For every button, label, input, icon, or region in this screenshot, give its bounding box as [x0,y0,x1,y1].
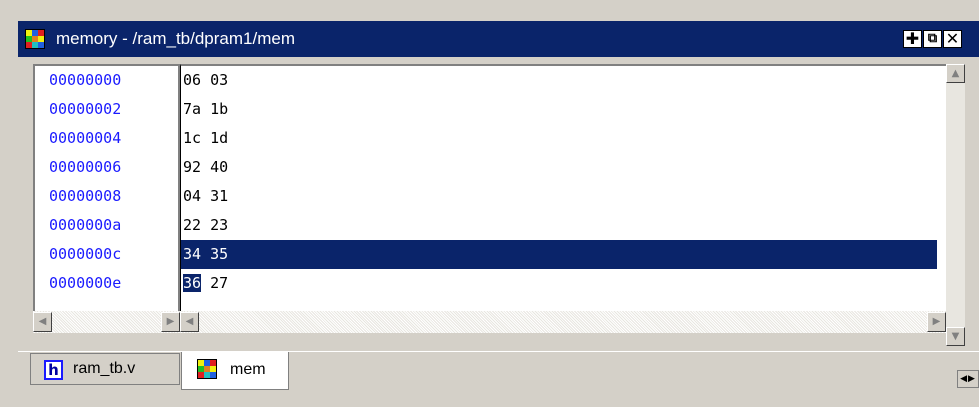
data-row[interactable]: 22 23 [181,211,937,240]
scroll-right-icon[interactable]: ▶ [927,312,946,332]
title-bar[interactable]: memory - /ram_tb/dpram1/mem ✚ ⧉ ✕ [18,21,979,57]
window-title: memory - /ram_tb/dpram1/mem [56,29,295,48]
address-column: 00000000 00000002 00000004 00000006 0000… [33,64,180,311]
vertical-scrollbar[interactable]: ▲ ▼ [946,64,965,346]
memory-content: 00000000 00000002 00000004 00000006 0000… [18,57,979,351]
close-icon[interactable]: ✕ [943,30,962,48]
address-cell: 00000004 [49,129,122,147]
memory-window: memory - /ram_tb/dpram1/mem ✚ ⧉ ✕ 000000… [0,0,979,407]
scroll-left-icon[interactable]: ◀ [33,312,52,332]
memory-grid-icon [25,29,45,49]
tab-strip: h ram_tb.v mem ◀▶ [18,351,979,407]
data-row[interactable]: 04 31 [181,182,937,211]
dock-icon[interactable]: ✚ [903,30,922,48]
selected-cell[interactable]: 36 [183,274,202,292]
address-cell: 00000008 [49,187,122,205]
data-row[interactable]: 92 40 [181,153,937,182]
undock-icon[interactable]: ⧉ [923,30,942,48]
address-horizontal-scrollbar[interactable]: ◀ ▶ [33,311,180,333]
address-cell: 0000000c [49,245,122,263]
data-row[interactable]: 7a 1b [181,95,937,124]
data-horizontal-scrollbar[interactable]: ◀ ▶ [180,311,946,333]
scroll-up-icon[interactable]: ▲ [946,64,965,83]
address-cell: 00000002 [49,100,122,118]
address-cell: 00000000 [49,71,122,89]
address-cell: 0000000e [49,274,122,292]
memory-grid-icon [197,359,217,379]
data-row[interactable]: 06 03 [181,66,937,95]
verilog-file-icon: h [44,360,63,380]
tab-label: mem [230,361,266,378]
data-row-selected[interactable]: 34 35 [181,240,937,269]
tab-label: ram_tb.v [73,360,136,377]
address-cell: 0000000a [49,216,122,234]
scroll-right-icon[interactable]: ▶ [161,312,180,332]
tab-scroll-arrows-icon[interactable]: ◀▶ [957,370,979,388]
scroll-down-icon[interactable]: ▼ [946,327,965,346]
data-column: 06 03 7a 1b 1c 1d 92 40 04 31 22 23 34 3… [180,64,946,311]
address-cell: 00000006 [49,158,122,176]
data-cell: 27 [201,274,229,292]
data-row[interactable]: 1c 1d [181,124,937,153]
tab-mem[interactable]: mem [181,352,289,390]
tab-ram-tb-v[interactable]: h ram_tb.v [30,353,180,385]
data-row[interactable]: 36 27 [181,269,937,298]
scroll-left-icon[interactable]: ◀ [180,312,199,332]
